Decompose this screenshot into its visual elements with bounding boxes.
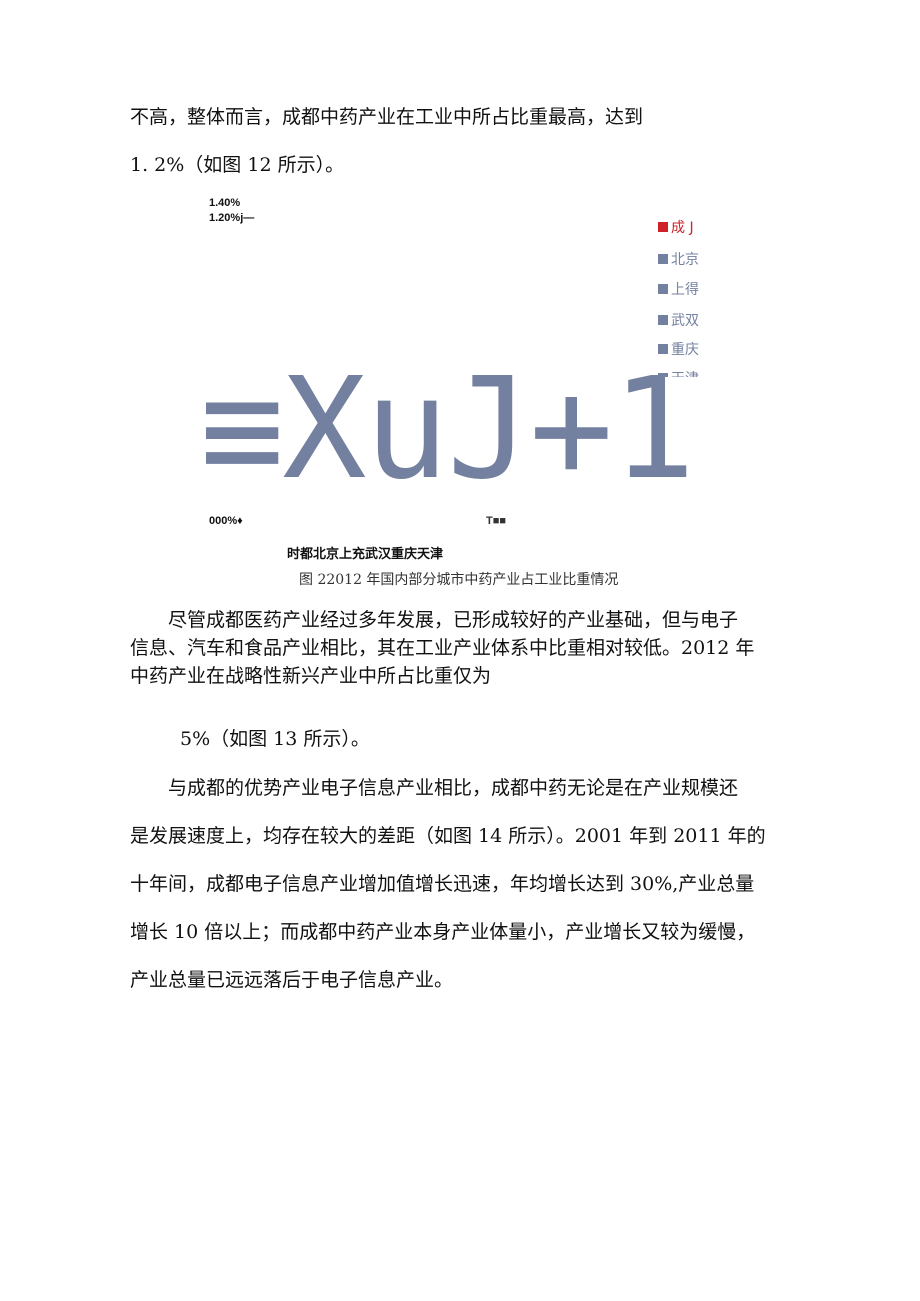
legend-item: 上得 <box>658 279 699 299</box>
legend-swatch <box>658 284 668 294</box>
paragraph-line: 5%（如图 13 所示）。 <box>180 728 370 750</box>
y-tick: 000%♦ <box>209 515 243 527</box>
legend-item: 北京 <box>658 249 699 269</box>
figure-caption: 图 22012 年国内部分城市中药产业占工业比重情况 <box>299 572 619 588</box>
document-page: 不高，整体而言，成都中药产业在工业中所占比重最高，达到 1. 2%（如图 12 … <box>0 0 920 1301</box>
paragraph-line: 中药产业在战略性新兴产业中所占比重仅为 <box>130 665 492 687</box>
x-axis-labels: 时都北京上充武汉重庆天津 <box>287 546 444 561</box>
y-tick: 1.20%j— <box>209 212 255 224</box>
paragraph-line: 不高，整体而言，成都中药产业在工业中所占比重最高，达到 <box>130 106 644 128</box>
paragraph-line: 十年间，成都电子信息产业增加值增长迅速，年均增长达到 30%,产业总量 <box>130 873 755 895</box>
y-tick: 1.40% <box>209 197 241 209</box>
paragraph-line: 产业总量已远远落后于电子信息产业。 <box>130 969 454 991</box>
paragraph-line: 增长 10 倍以上；而成都中药产业本身产业体量小，产业增长又较为缓慢， <box>130 921 756 943</box>
legend-swatch <box>658 315 668 325</box>
legend-swatch <box>658 222 668 232</box>
paragraph-line: 1. 2%（如图 12 所示）。 <box>130 154 345 176</box>
legend-item: 武双 <box>658 310 699 330</box>
legend-label: 上得 <box>671 282 699 298</box>
paragraph-line: 是发展速度上，均存在较大的差距（如图 14 所示）。2001 年到 2011 年… <box>130 825 766 847</box>
paragraph-line: 信息、汽车和食品产业相比，其在工业产业体系中比重相对较低。2012 年 <box>130 637 755 659</box>
paragraph-line: 尽管成都医药产业经过多年发展，已形成较好的产业基础，但与电子 <box>168 609 739 631</box>
legend-swatch <box>658 254 668 264</box>
garbled-chart-text: ≡XuJ+1 <box>200 348 696 511</box>
legend-label: 北京 <box>671 252 699 268</box>
legend-label: 武双 <box>671 313 699 329</box>
legend-item: 成 J <box>658 217 694 237</box>
legend-label: 成 J <box>671 220 694 236</box>
x-marker: T■■ <box>486 515 507 527</box>
paragraph-line: 与成都的优势产业电子信息产业相比，成都中药无论是在产业规模还 <box>168 777 739 799</box>
